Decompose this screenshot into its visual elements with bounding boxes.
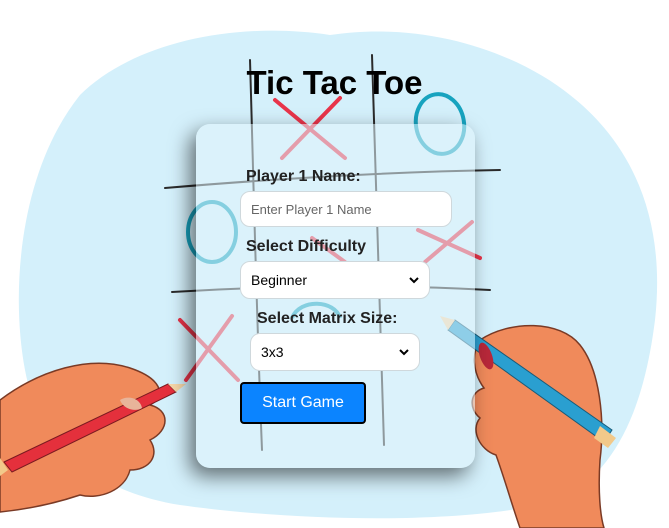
start-game-button[interactable]: Start Game	[240, 382, 366, 424]
page-title: Tic Tac Toe	[246, 64, 423, 101]
matrix-size-select[interactable]: 3x3	[250, 333, 420, 371]
player1-name-label: Player 1 Name:	[246, 168, 361, 185]
matrix-size-selected-value: 3x3	[261, 344, 284, 360]
matrix-size-label: Select Matrix Size:	[257, 310, 398, 327]
chevron-down-icon	[409, 277, 419, 284]
chevron-down-icon	[399, 349, 409, 356]
difficulty-selected-value: Beginner	[251, 272, 308, 288]
difficulty-select[interactable]: Beginner	[240, 261, 430, 299]
difficulty-label: Select Difficulty	[246, 238, 367, 255]
player1-name-input[interactable]	[240, 191, 452, 227]
